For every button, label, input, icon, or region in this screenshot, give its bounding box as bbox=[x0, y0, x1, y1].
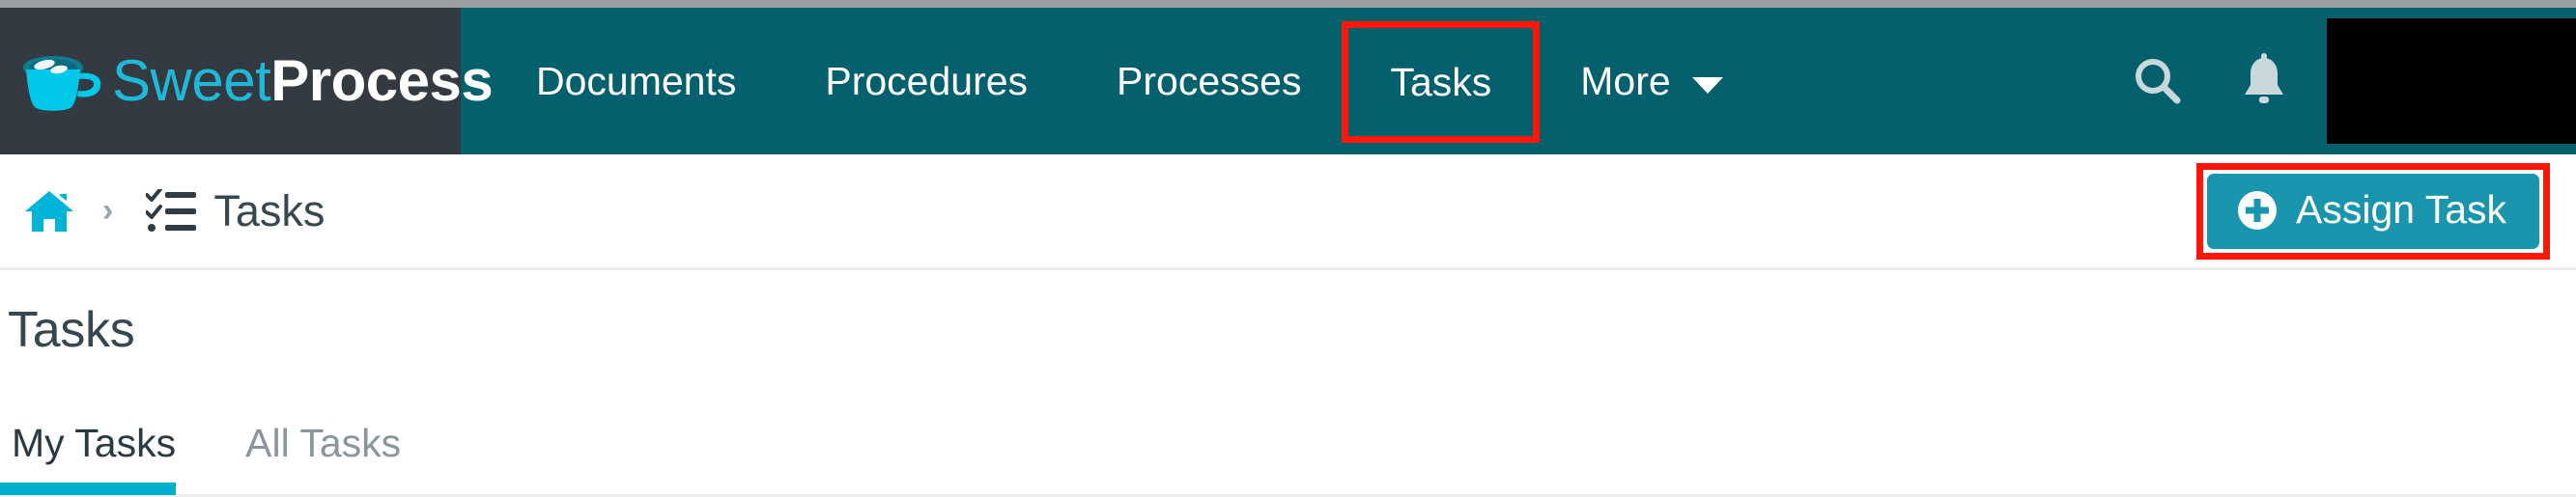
nav-item-processes[interactable]: Processes bbox=[1072, 8, 1345, 154]
breadcrumb-separator: › bbox=[102, 192, 114, 229]
tab-all-tasks[interactable]: All Tasks bbox=[245, 417, 401, 495]
user-avatar[interactable] bbox=[2327, 18, 2576, 144]
chevron-down-icon bbox=[1691, 76, 1723, 94]
breadcrumb-current-label: Tasks bbox=[213, 185, 326, 235]
nav-item-tasks[interactable]: Tasks bbox=[1342, 21, 1541, 172]
nav-item-procedures[interactable]: Procedures bbox=[780, 8, 1072, 154]
breadcrumb-bar: › Tasks Assign Task bbox=[0, 154, 2576, 270]
nav-items: Documents Procedures Processes Tasks Mor… bbox=[461, 8, 2105, 172]
task-tabs: My Tasks All Tasks bbox=[0, 417, 2576, 497]
tab-my-tasks[interactable]: My Tasks bbox=[0, 417, 177, 495]
navbar-right-group bbox=[2105, 8, 2576, 154]
tab-label: All Tasks bbox=[245, 421, 402, 465]
nav-item-documents[interactable]: Documents bbox=[492, 8, 780, 154]
nav-item-label: Processes bbox=[1117, 58, 1302, 103]
brand-name-light: Sweet bbox=[112, 48, 271, 113]
assign-task-button[interactable]: Assign Task bbox=[2206, 173, 2539, 249]
task-list-icon bbox=[145, 186, 197, 234]
home-icon[interactable] bbox=[23, 188, 75, 235]
tab-label: My Tasks bbox=[12, 421, 177, 465]
nav-item-more[interactable]: More bbox=[1536, 8, 1767, 154]
bell-icon[interactable] bbox=[2211, 8, 2317, 154]
nav-item-label: Documents bbox=[536, 58, 737, 103]
brand-wordmark: SweetProcess bbox=[112, 52, 494, 110]
brand-logo[interactable]: SweetProcess bbox=[0, 8, 494, 154]
main-navbar: SweetProcess Documents Procedures Proces… bbox=[0, 8, 2576, 172]
nav-item-label: Procedures bbox=[825, 58, 1029, 103]
coffee-cup-icon bbox=[14, 46, 106, 116]
nav-item-label: Tasks bbox=[1390, 59, 1492, 104]
nav-item-label: More bbox=[1580, 58, 1671, 103]
app-root: SweetProcess Documents Procedures Proces… bbox=[0, 0, 2576, 497]
brand-name-bold: Process bbox=[270, 48, 494, 113]
search-icon[interactable] bbox=[2105, 8, 2211, 154]
browser-chrome-strip bbox=[0, 0, 2576, 8]
assign-task-annotation: Assign Task bbox=[2195, 162, 2551, 260]
plus-circle-icon bbox=[2236, 189, 2279, 232]
page-title: Tasks bbox=[8, 302, 135, 358]
assign-task-label: Assign Task bbox=[2295, 187, 2506, 232]
